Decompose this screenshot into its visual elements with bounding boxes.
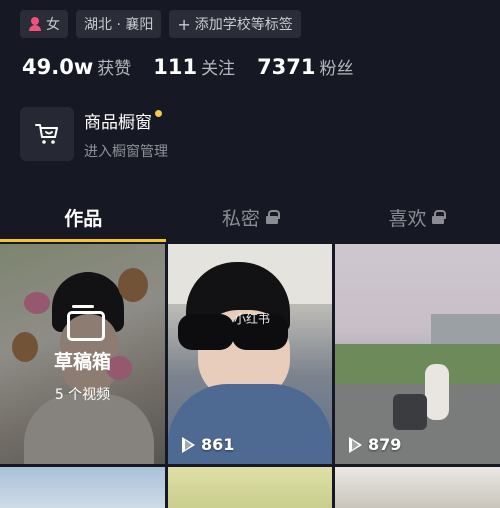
tab-works-label: 作品 xyxy=(64,207,103,230)
followers-stat[interactable]: 7371 粉丝 xyxy=(257,54,353,79)
tab-works[interactable]: 作品 xyxy=(0,192,167,242)
shop-title-text: 商品橱窗 xyxy=(84,112,152,133)
lock-icon xyxy=(432,210,447,224)
shop-window-entry[interactable]: 商品橱窗 进入橱窗管理 xyxy=(20,107,168,161)
play-count-value: 879 xyxy=(368,435,402,454)
plus-icon: + xyxy=(177,14,191,34)
watermark-text: 小红书 xyxy=(234,312,271,326)
notification-dot xyxy=(155,109,162,117)
play-count: 879 xyxy=(349,435,401,454)
profile-tabs: 作品 私密 喜欢 xyxy=(0,192,500,242)
location-label: 湖北 · 襄阳 xyxy=(84,17,154,33)
shop-title: 商品橱窗 xyxy=(84,108,162,133)
likes-stat[interactable]: 49.0w 获赞 xyxy=(22,54,131,79)
tab-likes-label: 喜欢 xyxy=(388,207,427,230)
tab-private[interactable]: 私密 xyxy=(167,192,334,242)
video-tile[interactable]: 879 xyxy=(335,244,500,464)
active-tab-indicator xyxy=(0,239,166,242)
video-tile[interactable] xyxy=(335,467,500,508)
drafts-folder-icon xyxy=(66,304,105,341)
video-tile[interactable]: 小红书 861 xyxy=(168,244,332,464)
tab-private-label: 私密 xyxy=(221,207,260,230)
tab-likes[interactable]: 喜欢 xyxy=(333,192,500,242)
shopping-cart-icon xyxy=(20,107,74,161)
drafts-overlay: 草稿箱 5 个视频 xyxy=(0,244,165,464)
add-school-tag-button[interactable]: + 添加学校等标签 xyxy=(169,10,301,38)
profile-tags: 女 湖北 · 襄阳 + 添加学校等标签 xyxy=(20,10,301,38)
following-label: 关注 xyxy=(201,59,236,79)
followers-count: 7371 xyxy=(257,55,316,79)
gender-label: 女 xyxy=(46,17,60,33)
lock-icon xyxy=(265,210,280,224)
gender-tag: 女 xyxy=(20,10,68,38)
following-count: 111 xyxy=(153,55,198,79)
drafts-count: 5 个视频 xyxy=(54,386,111,403)
location-tag: 湖北 · 襄阳 xyxy=(76,10,162,38)
video-tile[interactable] xyxy=(0,467,165,508)
likes-count: 49.0w xyxy=(22,55,94,79)
add-school-label: 添加学校等标签 xyxy=(194,17,293,33)
female-person-icon xyxy=(28,17,42,31)
followers-label: 粉丝 xyxy=(319,59,354,79)
play-icon xyxy=(182,436,195,453)
play-count: 861 xyxy=(182,435,234,454)
likes-label: 获赞 xyxy=(97,59,132,79)
drafts-tile[interactable]: 草稿箱 5 个视频 xyxy=(0,244,165,464)
shop-subtitle: 进入橱窗管理 xyxy=(84,143,168,160)
play-icon xyxy=(349,436,362,453)
video-tile[interactable] xyxy=(168,467,332,508)
profile-stats: 49.0w 获赞 111 关注 7371 粉丝 xyxy=(22,54,376,79)
following-stat[interactable]: 111 关注 xyxy=(153,54,235,79)
drafts-title: 草稿箱 xyxy=(53,350,111,373)
play-count-value: 861 xyxy=(201,435,235,454)
